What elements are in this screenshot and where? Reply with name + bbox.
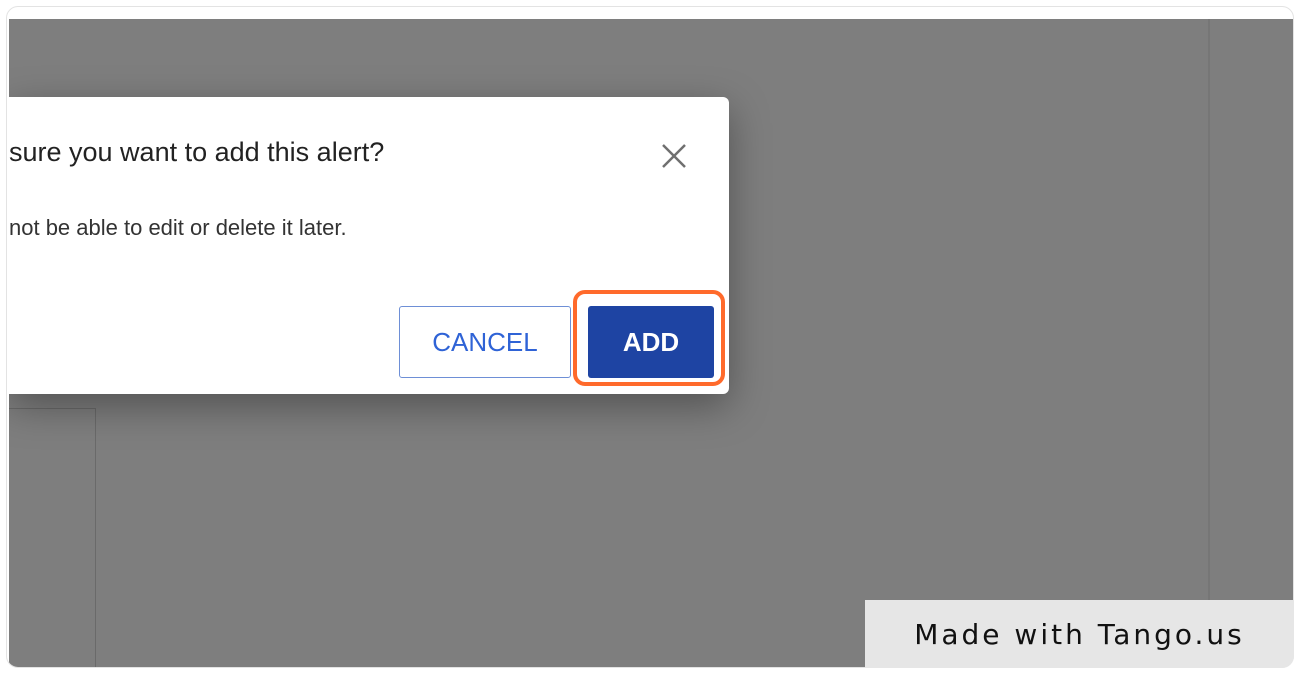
confirm-add-alert-dialog: sure you want to add this alert? not be … — [9, 97, 729, 394]
add-button[interactable]: ADD — [588, 306, 714, 378]
close-icon[interactable] — [657, 139, 691, 173]
tango-watermark: Made with Tango.us — [865, 600, 1294, 668]
dialog-title: sure you want to add this alert? — [9, 137, 385, 167]
background-panel — [9, 408, 96, 667]
screenshot-frame: sure you want to add this alert? not be … — [6, 6, 1294, 668]
right-panel-divider — [1208, 19, 1210, 667]
cancel-button[interactable]: CANCEL — [399, 306, 571, 378]
dimmed-background: sure you want to add this alert? not be … — [9, 19, 1293, 667]
dialog-message: not be able to edit or delete it later. — [9, 215, 347, 240]
